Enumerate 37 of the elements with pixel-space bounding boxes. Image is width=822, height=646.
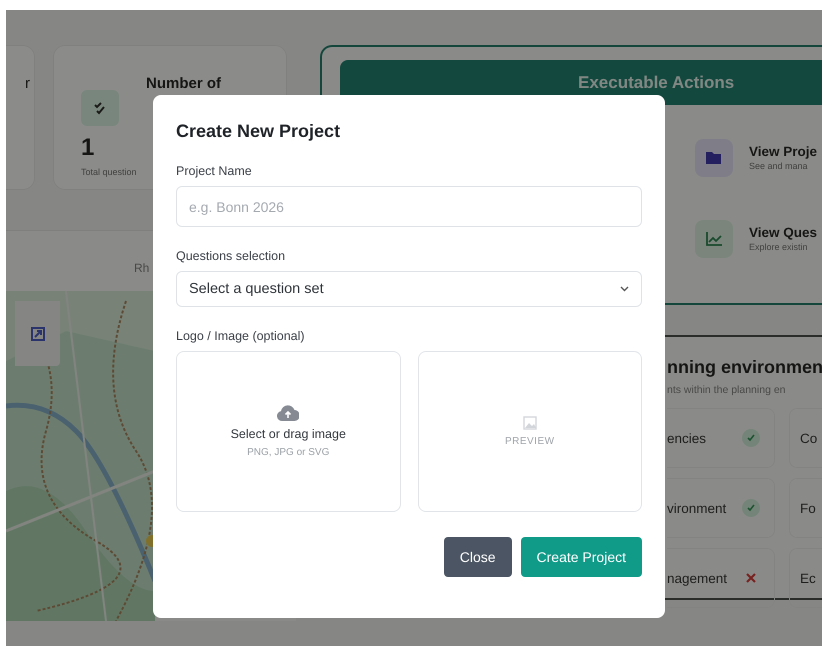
action-title[interactable]: View Proje <box>749 144 818 159</box>
cloud-upload-icon <box>277 405 300 421</box>
category-label: vironment <box>667 500 726 516</box>
create-project-button[interactable]: Create Project <box>520 537 642 577</box>
action-description: See and mana <box>749 161 809 171</box>
category-label: Co <box>800 430 818 446</box>
project-name-field[interactable]: e.g. Bonn 2026 <box>176 186 642 227</box>
category-label: Ec <box>800 570 816 586</box>
folder-icon <box>706 150 722 164</box>
action-description: Explore existin <box>749 242 809 252</box>
image-icon <box>522 416 537 430</box>
field-label: Project Name <box>176 164 253 178</box>
stat-value: 1 <box>81 134 96 162</box>
file-format-hint: PNG, JPG or SVG <box>247 447 330 458</box>
section-subtitle: nts within the planning en <box>667 384 786 396</box>
stat-caption: Total question <box>81 167 137 177</box>
category-label: encies <box>667 430 706 446</box>
open-map-button[interactable] <box>15 301 60 366</box>
dialog-title: Create New Project <box>176 120 342 142</box>
card-title: Number of <box>146 74 221 94</box>
category-label: nagement <box>667 570 728 586</box>
line-chart-icon <box>706 232 722 246</box>
panel-header-text: Rh <box>134 261 150 275</box>
preview-label: PREVIEW <box>504 436 555 447</box>
drop-zone-prompt: Select or drag image <box>230 427 346 441</box>
check-icon <box>81 90 119 126</box>
card-title-fragment: r <box>24 74 30 94</box>
question-set-dropdown[interactable]: Select a question set <box>176 271 642 307</box>
image-drop-zone[interactable]: Select or drag image PNG, JPG or SVG <box>176 351 400 512</box>
chevron-down-icon <box>620 286 629 292</box>
category-label: Fo <box>800 500 816 516</box>
action-title[interactable]: View Ques <box>749 225 818 240</box>
section-title: nning environmen <box>667 357 822 378</box>
field-label: Logo / Image (optional) <box>176 329 306 343</box>
external-link-icon <box>30 326 44 340</box>
field-label: Questions selection <box>176 249 286 263</box>
close-button[interactable]: Close <box>444 537 512 577</box>
